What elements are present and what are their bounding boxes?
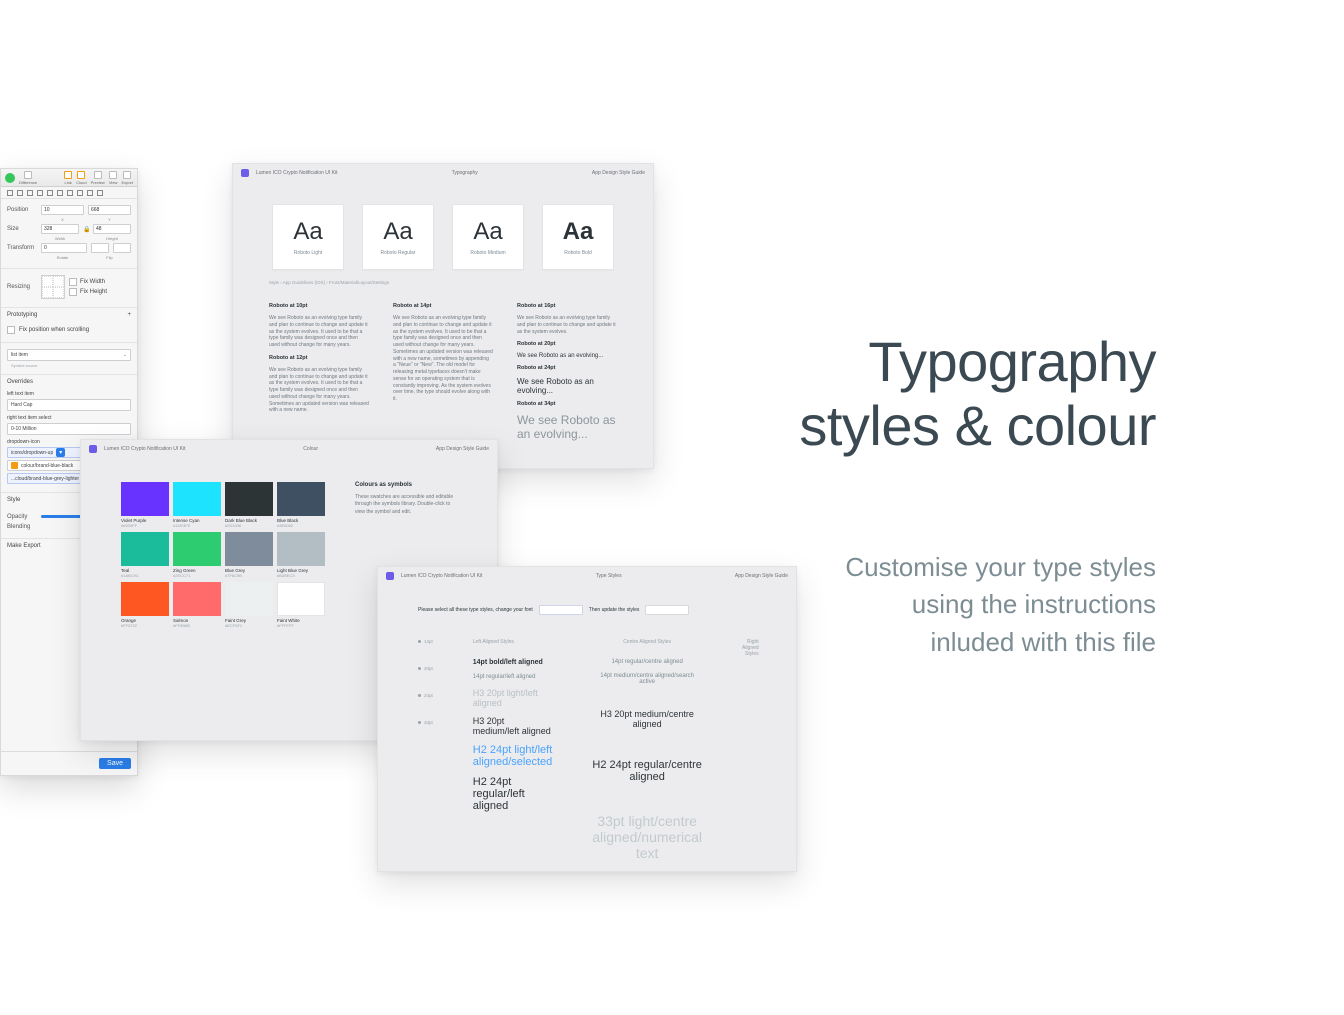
colour-swatch[interactable]: Faint Grey#ECF0F1 — [225, 582, 275, 628]
fix-scroll-checkbox[interactable] — [7, 326, 15, 334]
app-icon — [89, 445, 97, 453]
colour-swatch[interactable]: Intense Cyan#1DE3FE — [173, 482, 223, 528]
breadcrumb: Style › App Guidelines (iOS) › Front/Mat… — [233, 270, 653, 285]
toolbar-preview[interactable]: Preview — [91, 171, 105, 185]
inspector-toolbar: Difference Link Cloud Preview View Expor… — [1, 169, 137, 187]
centre-aligned-styles: Centre Aligned Styles 14pt regular/centr… — [592, 639, 702, 861]
colour-swatch[interactable]: Blue Black#3E5062 — [277, 482, 327, 528]
font-card-regular: AaRoboto Regular — [362, 204, 434, 270]
position-section: Position 10 668 XY Size 328 🔒 48 WidthHe… — [1, 199, 137, 269]
colour-swatch[interactable]: Light Blue Grey#B2BEC3 — [277, 532, 327, 578]
colour-swatch[interactable]: Salmon#FF6B6B — [173, 582, 223, 628]
toolbar-cloud[interactable]: Cloud — [76, 171, 86, 185]
right-text-override[interactable]: 0-10 Million — [7, 423, 131, 435]
position-x-field[interactable]: 10 — [41, 205, 84, 215]
headline-subtitle: Customise your type styles using the ins… — [826, 549, 1156, 662]
right-aligned-styles: Right Aligned Styles — [742, 639, 759, 861]
align-bar[interactable] — [1, 187, 137, 199]
colour-swatch[interactable]: Blue Grey#7F8C9B — [225, 532, 275, 578]
app-icon — [386, 572, 394, 580]
font-select[interactable] — [539, 605, 583, 615]
left-text-override[interactable]: Hard Cap — [7, 399, 131, 411]
colour-swatch[interactable]: Teal#1ABC9C — [121, 532, 171, 578]
position-y-field[interactable]: 668 — [88, 205, 131, 215]
app-icon — [241, 169, 249, 177]
fix-height-checkbox[interactable] — [69, 288, 77, 296]
font-card-light: AaRoboto Light — [272, 204, 344, 270]
headline-block: Typography styles & colour Customise you… — [799, 330, 1156, 662]
typo-column-3: Roboto at 16pt We see Roboto as an evolv… — [517, 303, 617, 441]
font-card-bold: AaRoboto Bold — [542, 204, 614, 270]
colour-swatches: Violet Purple#6933FFIntense Cyan#1DE3FED… — [121, 482, 327, 628]
fix-width-checkbox[interactable] — [69, 278, 77, 286]
toolbar-difference[interactable]: Difference — [19, 171, 37, 185]
colour-swatch[interactable]: Violet Purple#6933FF — [121, 482, 171, 528]
prototyping-header: Prototyping+ — [1, 308, 137, 320]
font-card-medium: AaRoboto Medium — [452, 204, 524, 270]
size-h-field[interactable]: 48 — [93, 224, 131, 234]
colour-swatch[interactable]: Orange#FF5722 — [121, 582, 171, 628]
typo-column-2: Roboto at 14pt We see Roboto as an evolv… — [393, 303, 493, 441]
resize-pin-box[interactable] — [41, 275, 65, 299]
toolbar-link[interactable]: Link — [64, 171, 72, 185]
toolbar-view[interactable]: View — [109, 171, 118, 185]
type-styles-artboard: Lumen ICO Crypto Notification UI Kit Typ… — [377, 566, 797, 872]
update-styles-button[interactable] — [645, 605, 689, 615]
list-item-select[interactable]: list item⌄ — [7, 349, 131, 361]
typography-artboard: Lumen ICO Crypto Notification UI Kit Typ… — [232, 163, 654, 469]
left-aligned-styles: Left Aligned Styles 14pt bold/left align… — [473, 639, 553, 861]
colour-swatch[interactable]: Faint White#FFFFFF — [277, 582, 327, 628]
headline-title: Typography styles & colour — [799, 330, 1156, 459]
save-button[interactable]: Save — [99, 758, 131, 769]
styles-size-gutter: 14pt 20pt 24pt 33pt — [418, 639, 433, 861]
typo-column-1: Roboto at 10pt We see Roboto as an evolv… — [269, 303, 369, 441]
colour-swatch[interactable]: Zing Green#2ECC71 — [173, 532, 223, 578]
size-w-field[interactable]: 328 — [41, 224, 79, 234]
transform-field[interactable]: 0 — [41, 243, 87, 253]
toolbar-export[interactable]: Export — [121, 171, 133, 185]
colour-swatch[interactable]: Dark Blue Black#2D3436 — [225, 482, 275, 528]
resizing-section: Resizing Fix Width Fix Height — [1, 269, 137, 308]
